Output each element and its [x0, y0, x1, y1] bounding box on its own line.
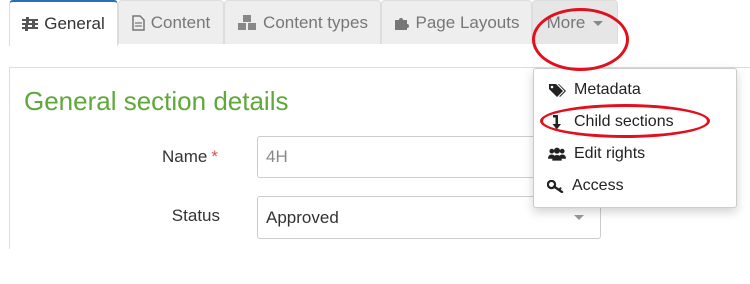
name-label-row: Name *: [18, 147, 218, 167]
more-dropdown-menu: Metadata Child sections Edit rights Acce…: [533, 68, 737, 208]
tab-page-layouts-label: Page Layouts: [415, 12, 520, 32]
menu-item-metadata-label: Metadata: [574, 81, 641, 98]
puzzle-icon: [394, 15, 410, 31]
chevron-down-icon: [574, 215, 584, 220]
key-icon: [546, 179, 564, 193]
required-marker: *: [211, 147, 218, 166]
name-field[interactable]: 4H: [257, 136, 547, 178]
menu-item-edit-rights-label: Edit rights: [574, 145, 646, 162]
users-icon: [548, 147, 566, 161]
tab-general-label: General: [44, 14, 105, 33]
menu-item-access[interactable]: Access: [546, 171, 624, 201]
tab-page-layouts[interactable]: Page Layouts: [381, 0, 532, 44]
menu-item-metadata[interactable]: Metadata: [548, 75, 641, 105]
name-label: Name: [162, 147, 208, 166]
name-value: 4H: [266, 147, 288, 166]
sliders-icon: [22, 17, 39, 31]
menu-item-access-label: Access: [572, 177, 624, 194]
tab-content-types[interactable]: Content types: [224, 0, 381, 44]
menu-item-edit-rights[interactable]: Edit rights: [548, 139, 645, 169]
cubes-icon: [237, 14, 257, 31]
tab-more-label: More: [546, 12, 586, 32]
tab-content-types-label: Content types: [263, 12, 368, 32]
tab-more[interactable]: More: [532, 0, 618, 44]
tags-icon: [548, 83, 566, 97]
document-icon: [131, 14, 145, 31]
tab-content-label: Content: [150, 12, 211, 32]
content-border: [9, 67, 10, 249]
tab-general[interactable]: General: [9, 0, 118, 46]
level-down-icon: [548, 114, 566, 130]
caret-down-icon: [593, 21, 604, 26]
menu-item-child-sections-label: Child sections: [574, 113, 674, 130]
status-label: Status: [171, 206, 220, 225]
section-title: General section details: [24, 86, 289, 116]
status-value: Approved: [266, 207, 339, 227]
tab-content[interactable]: Content: [118, 0, 224, 44]
menu-item-child-sections[interactable]: Child sections: [548, 107, 674, 137]
